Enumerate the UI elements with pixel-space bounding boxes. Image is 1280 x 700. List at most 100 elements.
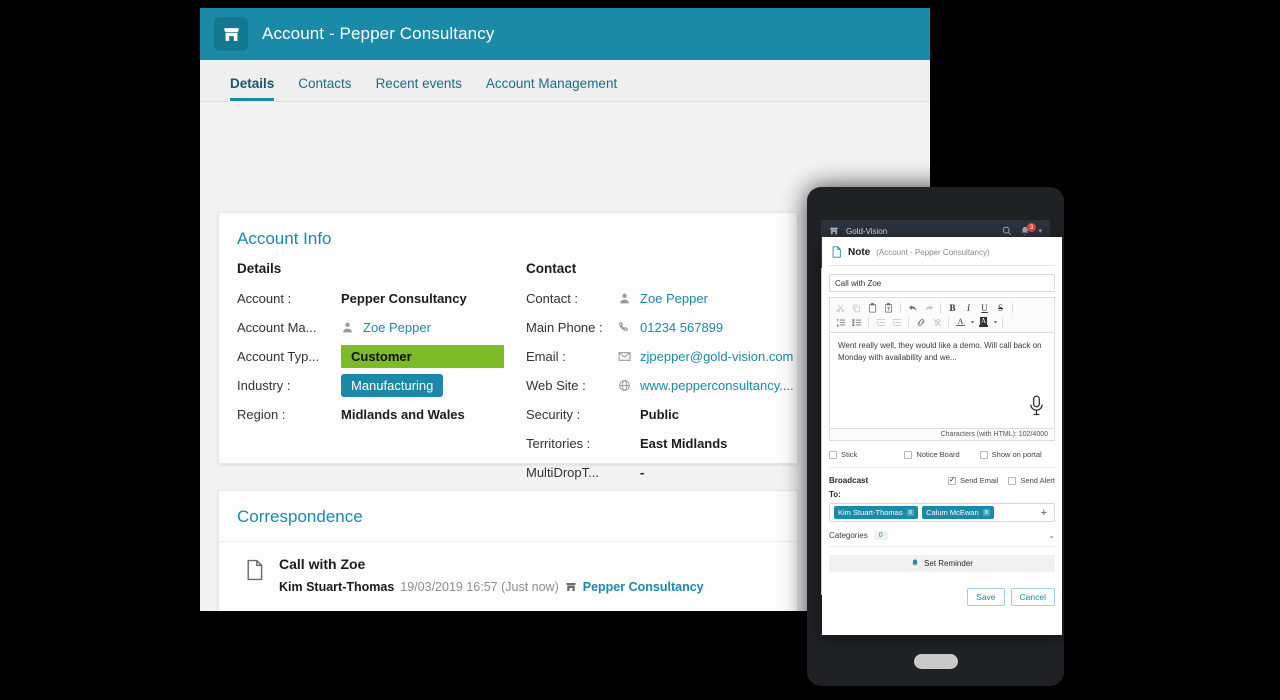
shop-icon — [829, 226, 839, 236]
copy-icon[interactable] — [850, 302, 863, 315]
checkbox-label: Send Alert — [1020, 476, 1055, 485]
set-reminder-button[interactable]: Set Reminder — [829, 555, 1055, 572]
recipients-field[interactable]: Kim Stuart-Thomas x Calum McEwan x + — [829, 503, 1055, 522]
chevron-down-icon[interactable]: ⌄ — [1048, 531, 1055, 540]
tablet-app-header-right: 3 ▾ — [1002, 223, 1042, 236]
note-subject-input[interactable]: Call with Zoe — [829, 274, 1055, 292]
chevron-down-icon[interactable]: ▾ — [994, 319, 997, 326]
notification-badge: 3 — [1027, 223, 1036, 232]
shop-icon — [565, 581, 577, 593]
character-count-label: Characters (with HTML): — [940, 431, 1017, 438]
cut-icon[interactable] — [834, 302, 847, 315]
link-icon[interactable] — [914, 316, 927, 329]
field-account: Account : Pepper Consultancy — [237, 286, 504, 310]
field-region: Region : Midlands and Wales — [237, 402, 504, 426]
checkbox-stick[interactable]: Stick — [829, 450, 904, 459]
toolbar-separator — [1002, 317, 1004, 327]
italic-icon[interactable]: I — [962, 302, 975, 315]
recipient-tag[interactable]: Kim Stuart-Thomas x — [834, 506, 919, 519]
close-icon[interactable]: x — [982, 509, 991, 516]
bullet-list-icon[interactable] — [850, 316, 863, 329]
paste-text-icon[interactable] — [882, 302, 895, 315]
field-value-link[interactable]: zjpepper@gold-vision.com — [640, 349, 793, 364]
toolbar-separator — [1012, 303, 1013, 313]
close-icon[interactable]: x — [906, 509, 915, 516]
character-count: Characters (with HTML): 102/4000 — [829, 429, 1055, 441]
background-color-icon[interactable]: A — [977, 316, 990, 329]
field-security: Security : Public — [526, 402, 794, 426]
checkbox-notice-board[interactable]: Notice Board — [904, 450, 979, 459]
screenshot-stage: Account - Pepper Consultancy Details Con… — [0, 0, 1280, 700]
checkbox-show-on-portal[interactable]: Show on portal — [979, 450, 1055, 459]
correspondence-account-link[interactable]: Pepper Consultancy — [583, 580, 704, 594]
toolbar-separator — [940, 303, 941, 313]
person-icon — [341, 321, 363, 334]
toolbar-row-2: A ▾ A ▾ — [834, 315, 1050, 329]
checkbox-send-alert[interactable]: Send Alert — [1008, 476, 1055, 485]
checkbox-label: Send Email — [960, 476, 999, 485]
checkbox-box — [829, 450, 837, 459]
tab-recent-events[interactable]: Recent events — [376, 76, 462, 102]
indent-icon[interactable] — [890, 316, 903, 329]
correspondence-timestamp: 19/03/2019 16:57 (Just now) — [400, 580, 559, 594]
field-label: Main Phone : — [526, 319, 603, 335]
checkbox-box — [948, 475, 957, 485]
field-territories: Territories : East Midlands — [526, 431, 794, 455]
recipient-tag[interactable]: Calum McEwan x — [922, 506, 995, 519]
toolbar-row-1: B I U S — [834, 301, 1050, 315]
field-label: Contact : — [526, 290, 579, 306]
microphone-icon[interactable] — [1028, 394, 1045, 422]
field-value-link[interactable]: Zoe Pepper — [363, 320, 431, 335]
chevron-down-icon[interactable]: ▾ — [1038, 227, 1042, 235]
undo-icon[interactable] — [906, 302, 919, 315]
tab-contacts[interactable]: Contacts — [298, 76, 351, 102]
field-value: Public — [640, 406, 680, 422]
checkbox-label: Notice Board — [916, 450, 960, 459]
checkbox-box — [1008, 476, 1017, 485]
search-icon[interactable] — [1002, 226, 1012, 236]
note-document-icon — [831, 246, 842, 258]
plus-icon[interactable]: + — [1041, 507, 1050, 519]
redo-icon[interactable] — [922, 302, 935, 315]
numbered-list-icon[interactable] — [834, 316, 847, 329]
document-icon — [245, 556, 267, 611]
field-label: Email : — [526, 348, 566, 364]
phone-icon — [618, 321, 640, 333]
person-icon — [618, 292, 640, 305]
categories-row[interactable]: Categories 0 ⌄ — [829, 531, 1055, 547]
paste-icon[interactable] — [866, 302, 879, 315]
field-label: MultiDropT... — [526, 464, 599, 480]
note-body-editor[interactable]: Went really well, they would like a demo… — [829, 332, 1055, 429]
app-header: Account - Pepper Consultancy — [200, 8, 930, 60]
checkbox-label: Stick — [841, 450, 858, 459]
outdent-icon[interactable] — [874, 316, 887, 329]
bell-icon — [911, 559, 919, 568]
cancel-button[interactable]: Cancel — [1010, 588, 1055, 606]
field-value-link[interactable]: www.pepperconsultancy.... — [640, 378, 794, 393]
field-value-link[interactable]: 01234 567899 — [640, 320, 723, 335]
globe-icon — [618, 379, 640, 392]
contact-column: Contact Contact : Zoe Pepper Main Phone … — [504, 259, 794, 489]
strikethrough-icon[interactable]: S — [994, 302, 1007, 315]
save-button[interactable]: Save — [967, 588, 1005, 606]
tablet-app-header-left: Gold-Vision — [829, 226, 887, 236]
underline-icon[interactable]: U — [978, 302, 991, 315]
envelope-icon — [618, 350, 640, 363]
tab-account-management[interactable]: Account Management — [486, 76, 617, 102]
tablet-home-button[interactable] — [913, 654, 958, 669]
correspondence-item: Call with Zoe Kim Stuart-Thomas 19/03/20… — [219, 541, 797, 611]
note-flags: Stick Notice Board Show on portal — [829, 450, 1055, 468]
set-reminder-label: Set Reminder — [924, 559, 973, 568]
tab-details[interactable]: Details — [230, 76, 275, 101]
industry-badge: Manufacturing — [341, 373, 444, 397]
checkbox-label: Show on portal — [991, 450, 1042, 459]
checkbox-send-email[interactable]: Send Email — [948, 475, 999, 485]
text-color-icon[interactable]: A — [954, 316, 967, 329]
unlink-icon[interactable] — [930, 316, 943, 329]
field-value: Pepper Consultancy — [341, 290, 467, 306]
field-value-link[interactable]: Zoe Pepper — [640, 291, 708, 306]
chevron-down-icon[interactable]: ▾ — [971, 319, 974, 326]
note-dialog-context: (Account - Pepper Consultancy) — [876, 247, 990, 257]
correspondence-author: Kim Stuart-Thomas — [279, 580, 395, 594]
bold-icon[interactable]: B — [946, 302, 959, 315]
